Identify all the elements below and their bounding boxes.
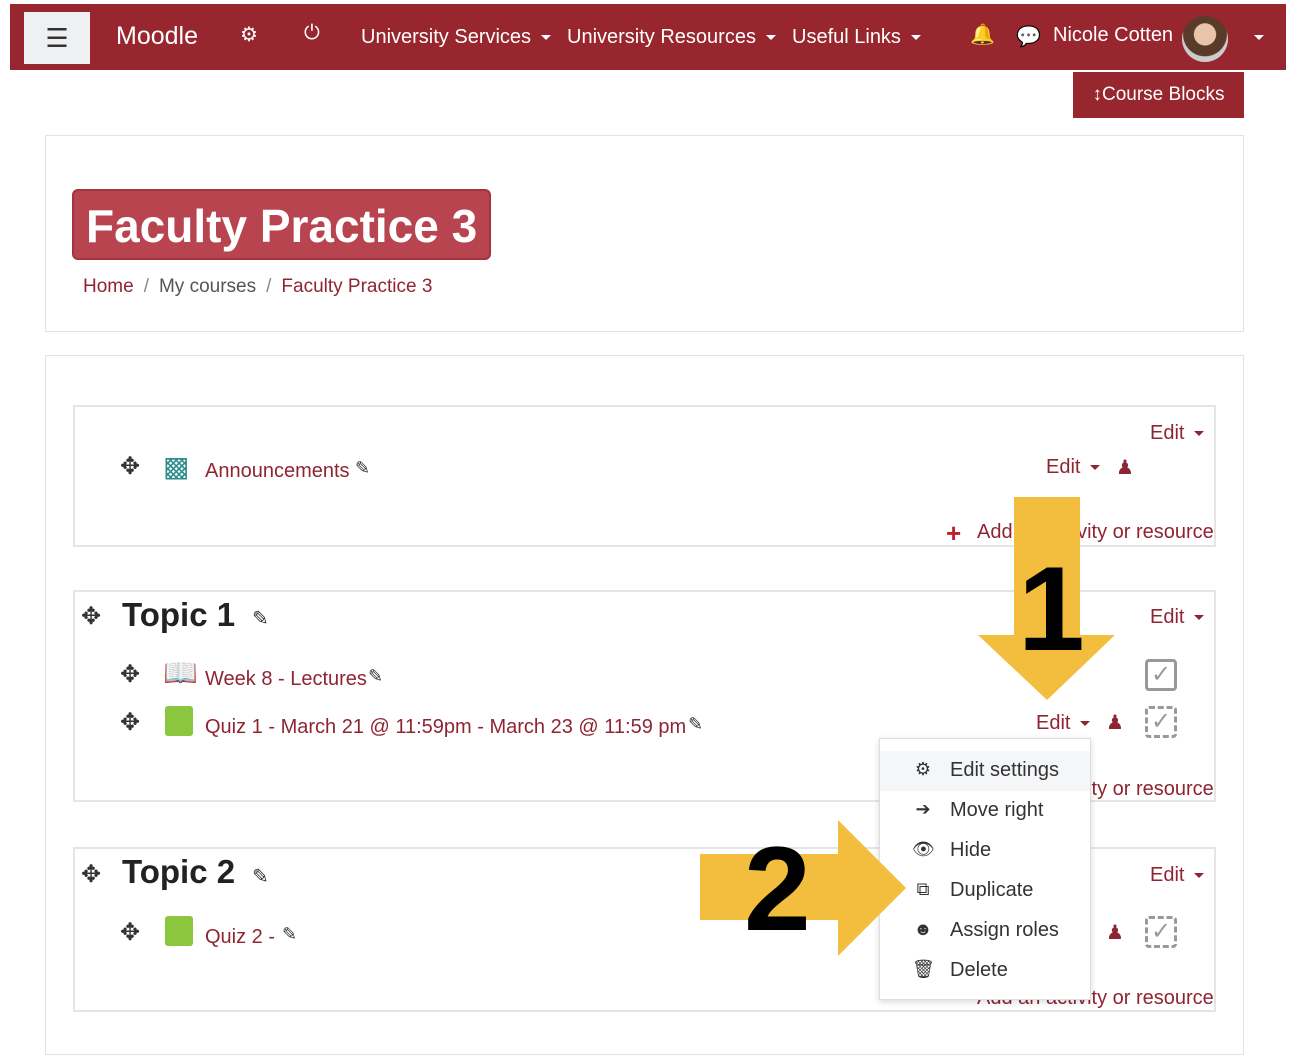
user-menu-caret[interactable] <box>1244 26 1264 49</box>
arrows-v-icon: ↕ <box>1092 84 1103 105</box>
completion-checkbox[interactable]: ✓ <box>1145 706 1177 738</box>
move-icon[interactable]: ✥ <box>81 860 101 889</box>
move-icon[interactable]: ✥ <box>81 602 101 631</box>
user-circle-icon: ☻ <box>913 919 933 939</box>
pencil-icon[interactable]: ✎ <box>252 864 269 889</box>
menu-duplicate[interactable]: ⧉ Duplicate <box>880 871 1090 911</box>
annotation-step-2: 2 <box>744 822 811 956</box>
menu-assign-roles[interactable]: ☻ Assign roles <box>880 911 1090 951</box>
menu-university-resources[interactable]: University Resources <box>567 26 776 49</box>
menu-toggle-button[interactable]: ☰ <box>24 12 90 64</box>
navbar: ☰ Moodle ⚙ ⏻ University Services Univers… <box>10 4 1286 70</box>
section-edit-menu[interactable]: Edit <box>1150 606 1204 629</box>
course-blocks-button[interactable]: ↕Course Blocks <box>1073 72 1244 118</box>
eye-icon: 👁 <box>912 839 935 859</box>
plus-icon: + <box>946 518 962 548</box>
activity-edit-menu[interactable]: Edit <box>1036 712 1090 735</box>
breadcrumb: Home / My courses / Faculty Practice 3 <box>83 276 433 297</box>
power-icon[interactable]: ⏻ <box>304 22 320 45</box>
activity-quiz-1[interactable]: Quiz 1 - March 21 @ 11:59pm - March 23 @… <box>205 716 686 739</box>
chat-icon[interactable]: 💬 <box>1016 24 1041 49</box>
section-edit-menu[interactable]: Edit <box>1150 864 1204 887</box>
activity-announcements[interactable]: Announcements <box>205 460 350 483</box>
quiz-icon <box>165 706 193 736</box>
activity-quiz-2[interactable]: Quiz 2 - <box>205 926 275 949</box>
person-icon[interactable]: ♟ <box>1106 920 1124 945</box>
copy-icon: ⧉ <box>916 879 930 899</box>
avatar[interactable] <box>1182 16 1228 62</box>
pencil-icon[interactable]: ✎ <box>282 924 297 945</box>
menu-hide[interactable]: 👁 Hide <box>880 831 1090 871</box>
page-title: Faculty Practice 3 <box>72 189 492 260</box>
arrow-right-icon: ➔ <box>915 799 931 819</box>
pencil-icon[interactable]: ✎ <box>355 458 370 479</box>
breadcrumb-course[interactable]: Faculty Practice 3 <box>281 276 432 297</box>
breadcrumb-my-courses[interactable]: My courses <box>159 276 256 297</box>
annotation-step-1: 1 <box>1018 542 1085 676</box>
section-title[interactable]: Topic 1 <box>122 596 235 634</box>
admin-gear-icon[interactable]: ⚙ <box>240 22 258 47</box>
forum-icon: ▩ <box>163 451 190 482</box>
move-icon[interactable]: ✥ <box>120 660 140 689</box>
move-icon[interactable]: ✥ <box>120 452 140 481</box>
brand-link[interactable]: Moodle <box>116 22 198 51</box>
pencil-icon[interactable]: ✎ <box>252 606 269 631</box>
breadcrumb-home[interactable]: Home <box>83 276 134 297</box>
person-icon[interactable]: ♟ <box>1116 455 1134 480</box>
menu-useful-links[interactable]: Useful Links <box>792 26 921 49</box>
activity-edit-menu[interactable]: Edit <box>1046 456 1100 479</box>
menu-university-services[interactable]: University Services <box>361 26 551 49</box>
user-name[interactable]: Nicole Cotten <box>1053 24 1173 47</box>
gear-icon: ⚙ <box>914 759 932 779</box>
pencil-icon[interactable]: ✎ <box>688 714 703 735</box>
activity-action-menu: ⚙ Edit settings ➔ Move right 👁 Hide ⧉ Duplic… <box>879 738 1091 1000</box>
menu-move-right[interactable]: ➔ Move right <box>880 791 1090 831</box>
section-title[interactable]: Topic 2 <box>122 853 235 891</box>
book-icon: 📖 <box>163 657 198 688</box>
section-edit-menu[interactable]: Edit <box>1150 422 1204 445</box>
completion-checkbox[interactable]: ✓ <box>1145 659 1177 691</box>
menu-edit-settings[interactable]: ⚙ Edit settings <box>880 751 1090 791</box>
move-icon[interactable]: ✥ <box>120 918 140 947</box>
completion-checkbox[interactable]: ✓ <box>1145 916 1177 948</box>
trash-icon: 🗑 <box>912 959 935 979</box>
activity-week-8-lectures[interactable]: Week 8 - Lectures <box>205 668 367 691</box>
move-icon[interactable]: ✥ <box>120 708 140 737</box>
quiz-icon <box>165 916 193 946</box>
bell-icon[interactable]: 🔔 <box>970 22 995 47</box>
person-icon[interactable]: ♟ <box>1106 710 1124 735</box>
menu-delete[interactable]: 🗑 Delete <box>880 951 1090 991</box>
pencil-icon[interactable]: ✎ <box>368 666 383 687</box>
